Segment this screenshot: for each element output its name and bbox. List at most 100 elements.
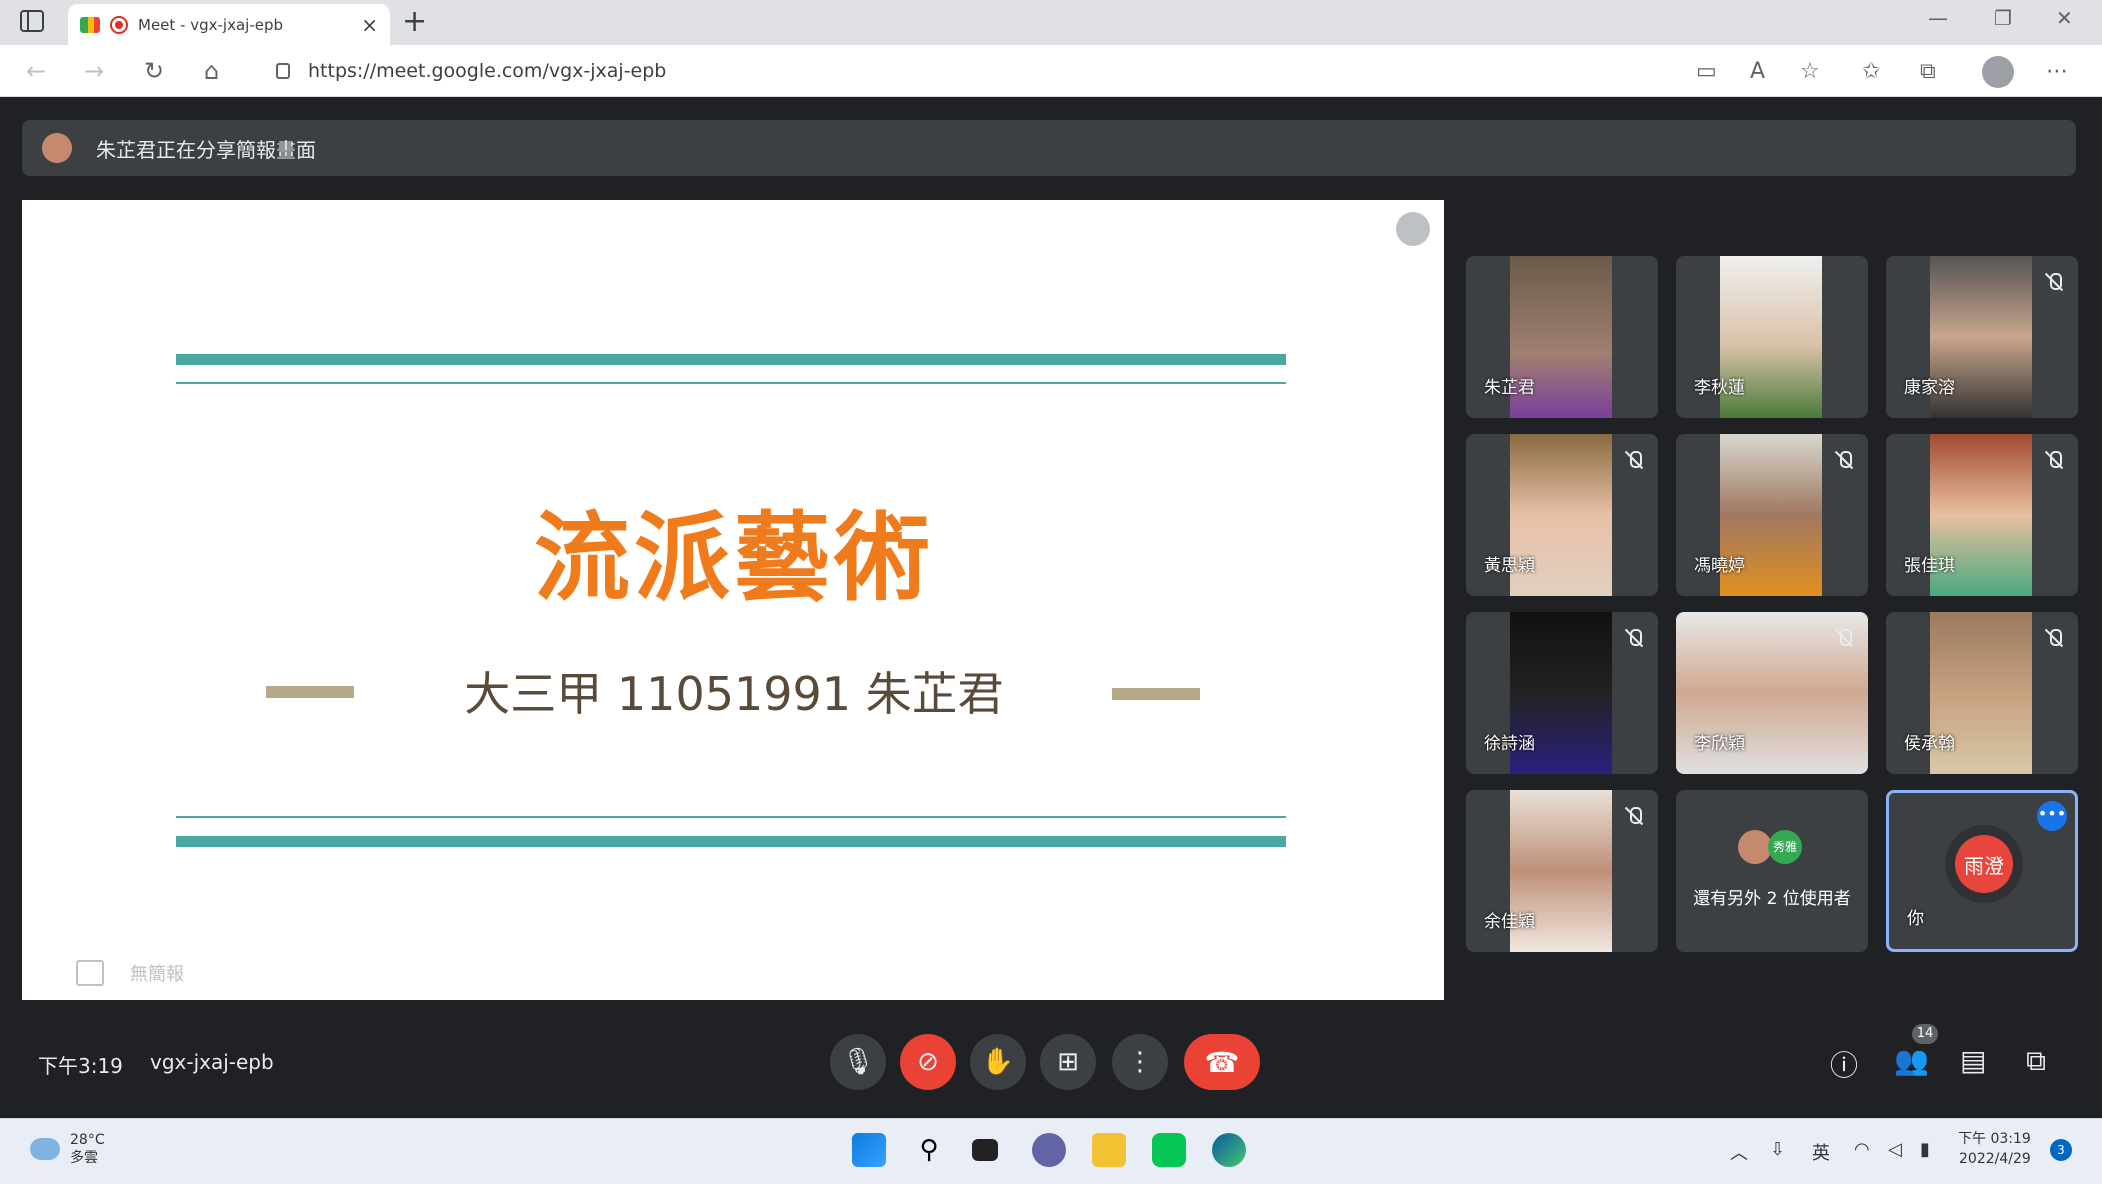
clock[interactable]: 下午 03:19 2022/4/29 xyxy=(1958,1129,2031,1169)
chevron-up-icon[interactable]: ︿ xyxy=(1730,1139,1748,1165)
search-icon[interactable]: ⚲ xyxy=(912,1133,946,1167)
url-field[interactable]: https://meet.google.com/vgx-jxaj-epb xyxy=(258,51,1678,91)
avatar xyxy=(1738,830,1772,864)
people-count-badge: 14 xyxy=(1912,1024,1938,1044)
start-icon[interactable] xyxy=(852,1133,886,1167)
participant-tile[interactable]: 馮曉婷 xyxy=(1676,434,1868,596)
mic-off-icon xyxy=(1624,628,1644,648)
notes-icon xyxy=(76,960,104,986)
participant-name: 侯承翰 xyxy=(1904,734,1955,754)
slide-divider xyxy=(176,836,1286,847)
participant-tile[interactable]: 康家溶 xyxy=(1886,256,2078,418)
slide-subtitle: 大三甲 11051991 朱芷君 xyxy=(464,667,1004,721)
notification-badge[interactable]: 3 xyxy=(2050,1139,2072,1161)
wifi-icon[interactable]: ◠ xyxy=(1854,1139,1870,1160)
edge-browser-icon[interactable] xyxy=(1212,1133,1246,1167)
slide-divider xyxy=(176,354,1286,365)
others-avatars: 秀雅 xyxy=(1738,830,1802,864)
participant-tile[interactable]: 黃思穎 xyxy=(1466,434,1658,596)
favorites-list-icon[interactable]: ✩ xyxy=(1862,59,1880,84)
task-view-icon[interactable] xyxy=(972,1139,998,1161)
meet-favicon-icon xyxy=(80,16,100,33)
weather-text: 多雲 xyxy=(70,1150,98,1166)
tab-meet[interactable]: Meet - vgx-jxaj-epb × xyxy=(68,4,390,45)
recording-icon xyxy=(110,15,128,34)
meeting-details-icon[interactable]: ⓘ xyxy=(1830,1044,1858,1084)
line-app-icon[interactable] xyxy=(1152,1133,1186,1167)
notes-label: 無簡報 xyxy=(130,964,184,985)
url-text: https://meet.google.com/vgx-jxaj-epb xyxy=(308,60,667,82)
presenting-banner: 朱芷君正在分享簡報畫面 xyxy=(22,120,2076,176)
participant-name: 黃思穎 xyxy=(1484,556,1535,576)
battery-icon[interactable]: ▮ xyxy=(1920,1139,1930,1160)
tab-title: Meet - vgx-jxaj-epb xyxy=(138,15,284,34)
tab-actions-icon[interactable] xyxy=(20,10,44,32)
camera-off-button[interactable]: ⊘ xyxy=(900,1034,956,1090)
cloud-icon xyxy=(30,1138,60,1160)
speaker-notes[interactable]: 無簡報 xyxy=(76,960,184,986)
profile-avatar[interactable] xyxy=(1982,56,2014,88)
mic-off-icon xyxy=(2044,628,2064,648)
weather-widget[interactable]: 28°C 多雲 xyxy=(30,1131,105,1167)
participant-tile[interactable]: 李欣穎 xyxy=(1676,612,1868,774)
chat-icon[interactable]: ▤ xyxy=(1960,1044,1986,1077)
participant-tile[interactable]: 李秋蓮 xyxy=(1676,256,1868,418)
more-options-button[interactable]: ⋮ xyxy=(1112,1034,1168,1090)
mic-off-icon xyxy=(2044,272,2064,292)
participant-name: 朱芷君 xyxy=(1484,378,1535,398)
browser-tab-bar: Meet - vgx-jxaj-epb × + — ❐ ✕ xyxy=(0,0,2102,45)
file-explorer-icon[interactable] xyxy=(1092,1133,1126,1167)
mic-off-icon xyxy=(1834,450,1854,470)
lock-icon xyxy=(276,63,290,79)
new-tab-button[interactable]: + xyxy=(402,4,427,39)
participant-tile[interactable]: 余佳穎 xyxy=(1466,790,1658,952)
teams-chat-icon[interactable] xyxy=(1032,1133,1066,1167)
usb-icon[interactable]: ⇩ xyxy=(1770,1139,1785,1160)
participant-name: 康家溶 xyxy=(1904,378,1955,398)
self-avatar: 雨澄 xyxy=(1955,835,2013,893)
self-tile[interactable]: 雨澄 ••• 你 xyxy=(1886,790,2078,952)
more-options-icon[interactable]: ••• xyxy=(2037,801,2067,831)
mic-off-icon xyxy=(1834,628,1854,648)
meeting-code: vgx-jxaj-epb xyxy=(150,1050,274,1074)
presentation-options-icon[interactable] xyxy=(1396,212,1430,246)
participant-tile[interactable]: 朱芷君 xyxy=(1466,256,1658,418)
read-aloud-icon[interactable]: A xyxy=(1750,59,1765,84)
refresh-icon[interactable]: ↻ xyxy=(144,57,164,85)
more-menu-icon[interactable]: ⋯ xyxy=(2046,59,2068,84)
close-window-button[interactable]: ✕ xyxy=(2056,6,2073,30)
participant-name: 李秋蓮 xyxy=(1694,378,1745,398)
mic-off-icon xyxy=(1624,806,1644,826)
ime-indicator[interactable]: 英 xyxy=(1812,1139,1830,1165)
minimize-button[interactable]: — xyxy=(1928,6,1948,30)
back-icon[interactable]: ← xyxy=(26,57,46,85)
restore-button[interactable]: ❐ xyxy=(1994,6,2012,30)
participant-name: 李欣穎 xyxy=(1694,734,1745,754)
volume-icon[interactable]: ◁ xyxy=(1888,1139,1902,1160)
present-screen-button[interactable]: ⊞ xyxy=(1040,1034,1096,1090)
collections-icon[interactable]: ⧉ xyxy=(1920,59,1936,84)
self-name: 你 xyxy=(1907,909,1924,929)
participant-tile[interactable]: 張佳琪 xyxy=(1886,434,2078,596)
participant-tile[interactable]: 徐詩涵 xyxy=(1466,612,1658,774)
end-call-button[interactable]: ☎ xyxy=(1184,1034,1260,1090)
participant-tile[interactable]: 侯承翰 xyxy=(1886,612,2078,774)
tab-close-icon[interactable]: × xyxy=(361,13,378,37)
slide-title: 流派藝術 xyxy=(534,502,934,614)
taskbar-date: 2022/4/29 xyxy=(1959,1151,2031,1167)
favorite-icon[interactable]: ☆ xyxy=(1800,59,1820,84)
camera-permission-icon[interactable]: ▭ xyxy=(1696,59,1717,84)
home-icon[interactable]: ⌂ xyxy=(204,57,219,85)
taskbar: 28°C 多雲 ⚲ ︿ ⇩ 英 ◠ ◁ ▮ 下午 03:19 2022/4/29… xyxy=(0,1118,2102,1184)
participant-name: 徐詩涵 xyxy=(1484,734,1535,754)
address-bar: ← → ↻ ⌂ https://meet.google.com/vgx-jxaj… xyxy=(0,45,2102,97)
others-tile[interactable]: 秀雅 還有另外 2 位使用者 xyxy=(1676,790,1868,952)
mic-off-icon xyxy=(2044,450,2064,470)
raise-hand-button[interactable]: ✋ xyxy=(970,1034,1026,1090)
activities-icon[interactable]: ⧉ xyxy=(2026,1044,2046,1078)
microphone-button[interactable]: 🎙 xyxy=(830,1034,886,1090)
forward-icon[interactable]: → xyxy=(84,57,104,85)
meeting-time: 下午3:19 xyxy=(38,1054,123,1078)
people-icon[interactable]: 👥 xyxy=(1894,1044,1929,1077)
temperature: 28°C xyxy=(70,1132,105,1148)
